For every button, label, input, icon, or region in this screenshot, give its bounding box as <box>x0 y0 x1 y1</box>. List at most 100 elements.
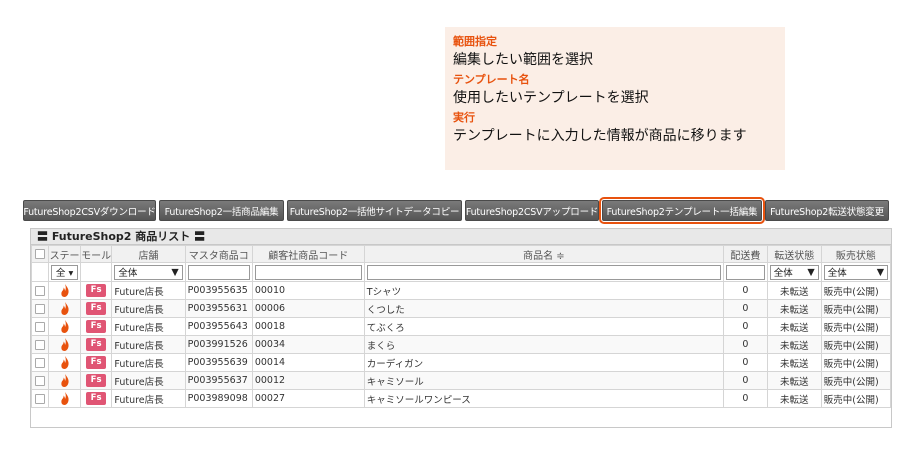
bulk-copy-button[interactable]: FutureShop2一括他サイトデータコピー <box>287 200 462 221</box>
row-checkbox[interactable] <box>35 321 46 332</box>
select-all-checkbox[interactable] <box>35 248 46 259</box>
shop-cell: Future店長 <box>111 317 186 336</box>
csv-upload-button[interactable]: FutureShop2CSVアップロード <box>465 200 599 221</box>
row-checkbox[interactable] <box>35 357 46 368</box>
range-heading: 範囲指定 <box>453 35 497 48</box>
col-master-code[interactable]: マスタ商品コ <box>184 245 253 263</box>
transfer-cell: 未転送 <box>766 317 822 336</box>
template-heading: テンプレート名 <box>453 73 530 86</box>
instruction-callout: 範囲指定 編集したい範囲を選択 テンプレート名 使用したいテンプレートを選択 実… <box>445 27 785 170</box>
col-product-name[interactable]: 商品名 ≑ <box>363 245 725 263</box>
table-row[interactable]: Fs Future店長 P003955631 00006 くつした 0 未転送 … <box>30 299 892 318</box>
table-row[interactable]: Fs Future店長 P003955635 00010 Tシャツ 0 未転送 … <box>30 281 892 300</box>
mall-badge: Fs <box>86 320 107 333</box>
product-name-cell: まくら <box>363 335 725 354</box>
customer-code-cell: 00012 <box>251 371 365 390</box>
sale-cell: 販売中(公開) <box>820 389 892 408</box>
shop-cell: Future店長 <box>111 353 186 372</box>
transfer-cell: 未転送 <box>766 281 822 300</box>
flame-icon <box>60 302 69 315</box>
transfer-cell: 未転送 <box>766 335 822 354</box>
shop-cell: Future店長 <box>111 335 186 354</box>
flame-icon <box>60 356 69 369</box>
template-bulk-edit-button[interactable]: FutureShop2テンプレート一括編集 <box>599 197 765 224</box>
master-code-cell: P003955635 <box>184 281 253 300</box>
master-code-filter[interactable] <box>187 264 250 280</box>
csv-download-button[interactable]: FutureShop2CSVダウンロード <box>23 200 156 221</box>
mall-badge: Fs <box>86 392 107 405</box>
shop-filter[interactable]: 全体 ▼ <box>114 264 183 280</box>
row-checkbox[interactable] <box>35 285 46 296</box>
exec-heading: 実行 <box>453 111 475 124</box>
row-checkbox[interactable] <box>35 303 46 314</box>
col-sale[interactable]: 販売状態 <box>820 245 892 263</box>
customer-code-cell: 00014 <box>251 353 365 372</box>
master-code-cell: P003955643 <box>184 317 253 336</box>
shop-cell: Future店長 <box>111 389 186 408</box>
product-name-filter[interactable] <box>366 264 722 280</box>
product-name-cell: カーディガン <box>363 353 725 372</box>
shop-cell: Future店長 <box>111 299 186 318</box>
master-code-cell: P003955637 <box>184 371 253 390</box>
shipping-cell: 0 <box>723 335 768 354</box>
table-row[interactable]: Fs Future店長 P003989098 00027 キャミソールワンピース… <box>30 389 892 408</box>
customer-code-cell: 00006 <box>251 299 365 318</box>
shop-cell: Future店長 <box>111 371 186 390</box>
bulk-edit-button[interactable]: FutureShop2一括商品編集 <box>159 200 284 221</box>
row-checkbox[interactable] <box>35 339 46 350</box>
row-checkbox[interactable] <box>35 375 46 386</box>
template-text: 使用したいテンプレートを選択 <box>453 90 649 106</box>
col-mall[interactable]: モール <box>79 245 113 263</box>
product-name-cell: Tシャツ <box>363 281 725 300</box>
master-code-cell: P003955631 <box>184 299 253 318</box>
table-row[interactable]: Fs Future店長 P003955637 00012 キャミソール 0 未転… <box>30 371 892 390</box>
mall-badge: Fs <box>86 302 107 315</box>
transfer-cell: 未転送 <box>766 299 822 318</box>
shop-cell: Future店長 <box>111 281 186 300</box>
shipping-cell: 0 <box>723 281 768 300</box>
mall-badge: Fs <box>86 284 107 297</box>
status-filter[interactable]: 全 ▾ <box>51 264 78 280</box>
customer-code-cell: 00034 <box>251 335 365 354</box>
row-checkbox[interactable] <box>35 393 46 404</box>
flame-icon <box>60 320 69 333</box>
shipping-cell: 0 <box>723 317 768 336</box>
flame-icon <box>60 284 69 297</box>
sale-filter[interactable]: 全体 ▼ <box>823 264 888 280</box>
shipping-cell: 0 <box>723 299 768 318</box>
sale-cell: 販売中(公開) <box>820 353 892 372</box>
chevron-down-icon: ▼ <box>171 266 179 278</box>
mall-badge: Fs <box>86 356 107 369</box>
col-shop[interactable]: 店舗 <box>111 245 186 263</box>
master-code-cell: P003991526 <box>184 335 253 354</box>
table-row[interactable]: Fs Future店長 P003991526 00034 まくら 0 未転送 販… <box>30 335 892 354</box>
sale-cell: 販売中(公開) <box>820 299 892 318</box>
sale-cell: 販売中(公開) <box>820 281 892 300</box>
col-customer-code[interactable]: 顧客社商品コード <box>251 245 365 263</box>
transfer-filter[interactable]: 全体 ▼ <box>769 264 819 280</box>
sale-cell: 販売中(公開) <box>820 371 892 390</box>
col-shipping[interactable]: 配送費 <box>723 245 768 263</box>
shipping-filter[interactable] <box>726 264 765 280</box>
action-toolbar: FutureShop2CSVダウンロード FutureShop2一括商品編集 F… <box>23 197 903 224</box>
product-table: ステー モール 店舗 マスタ商品コ 顧客社商品コード 商品名 ≑ 配送費 転送状… <box>30 245 892 408</box>
shipping-cell: 0 <box>723 353 768 372</box>
col-transfer[interactable]: 転送状態 <box>766 245 822 263</box>
sale-cell: 販売中(公開) <box>820 335 892 354</box>
transfer-cell: 未転送 <box>766 353 822 372</box>
mall-badge: Fs <box>86 338 107 351</box>
customer-code-cell: 00027 <box>251 389 365 408</box>
table-row[interactable]: Fs Future店長 P003955643 00018 てぶくろ 0 未転送 … <box>30 317 892 336</box>
flame-icon <box>60 392 69 405</box>
product-name-cell: キャミソールワンピース <box>363 389 725 408</box>
product-name-cell: くつした <box>363 299 725 318</box>
customer-code-filter[interactable] <box>254 264 362 280</box>
flame-icon <box>60 374 69 387</box>
sale-cell: 販売中(公開) <box>820 317 892 336</box>
select-all-cell[interactable] <box>30 245 50 263</box>
product-name-cell: てぶくろ <box>363 317 725 336</box>
flame-icon <box>60 338 69 351</box>
transfer-status-button[interactable]: FutureShop2転送状態変更 <box>765 200 889 221</box>
table-row[interactable]: Fs Future店長 P003955639 00014 カーディガン 0 未転… <box>30 353 892 372</box>
col-status[interactable]: ステー <box>48 245 81 263</box>
